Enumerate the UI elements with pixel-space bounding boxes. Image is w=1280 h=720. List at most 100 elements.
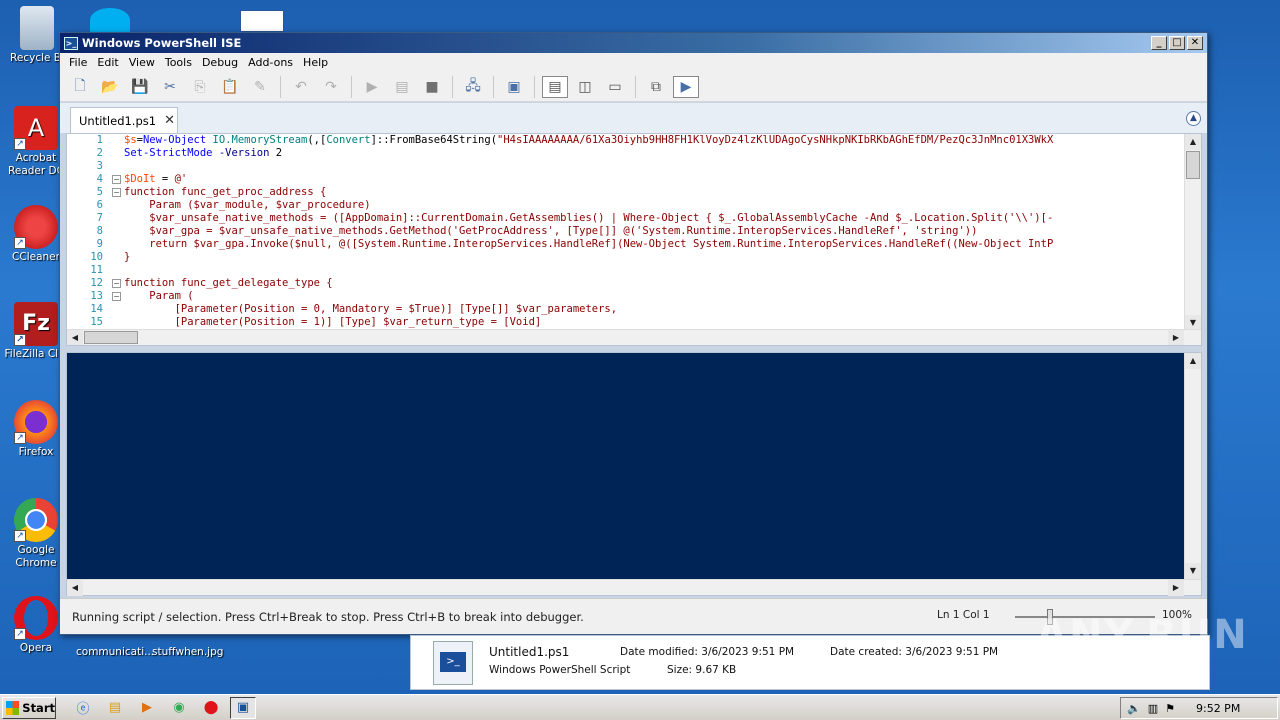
powershell-ise-taskbar-icon[interactable]: ▣ bbox=[230, 696, 256, 719]
scroll-up-icon[interactable]: ▲ bbox=[1185, 353, 1201, 369]
scroll-right-icon[interactable]: ▶ bbox=[1168, 330, 1184, 345]
collapse-script-pane-icon[interactable]: ▲ bbox=[1186, 111, 1201, 126]
chrome-icon: ↗ bbox=[14, 498, 58, 542]
status-bar: Running script / selection. Press Ctrl+B… bbox=[60, 598, 1207, 634]
code-line: function func_get_delegate_type { bbox=[124, 277, 333, 289]
code-line: return $var_gpa.Invoke($null, @([System.… bbox=[124, 238, 1054, 250]
fold-toggle-icon[interactable]: − bbox=[112, 188, 121, 197]
toolbar-separator bbox=[534, 75, 535, 98]
scroll-thumb[interactable] bbox=[84, 331, 138, 344]
editor-vertical-scrollbar[interactable]: ▲ ▼ bbox=[1184, 134, 1201, 331]
clear-console-icon[interactable]: ✎ bbox=[246, 75, 274, 99]
toolbar-separator bbox=[280, 75, 281, 98]
code-line: $var_unsafe_native_methods = ([AppDomain… bbox=[124, 212, 1054, 224]
desktop-label-communication[interactable]: communicati... bbox=[76, 646, 154, 658]
toolbar-separator bbox=[635, 75, 636, 98]
menu-help[interactable]: Help bbox=[298, 56, 333, 69]
copy-icon[interactable]: ⎘ bbox=[186, 75, 214, 99]
status-message: Running script / selection. Press Ctrl+B… bbox=[72, 609, 584, 624]
menu-edit[interactable]: Edit bbox=[92, 56, 123, 69]
code-line: $DoIt = @' bbox=[124, 173, 188, 185]
chrome-taskbar-icon[interactable]: ◉ bbox=[166, 697, 192, 719]
script-editor[interactable]: 1 2 3 4 5 6 7 8 9 10 11 12 13 14 15 − − … bbox=[66, 133, 1202, 346]
stop-icon[interactable]: ■ bbox=[418, 75, 446, 99]
network-icon[interactable]: ▥ bbox=[1148, 702, 1158, 715]
line-number: 8 bbox=[96, 225, 103, 237]
run-script-icon[interactable]: ▶ bbox=[358, 75, 386, 99]
ie-icon[interactable]: ⓔ bbox=[70, 697, 96, 719]
menu-view[interactable]: View bbox=[124, 56, 160, 69]
cut-icon[interactable]: ✂ bbox=[156, 75, 184, 99]
start-label: Start bbox=[22, 700, 55, 715]
new-file-icon[interactable]: 🗋 bbox=[66, 75, 94, 99]
scroll-up-icon[interactable]: ▲ bbox=[1185, 134, 1201, 150]
explorer-icon[interactable]: ▤ bbox=[102, 697, 128, 719]
layout-right-icon[interactable]: ◫ bbox=[571, 75, 599, 99]
code-line: Param ($var_module, $var_procedure) bbox=[124, 199, 371, 211]
recycle-bin-icon bbox=[20, 6, 54, 50]
open-folder-icon[interactable]: 📂 bbox=[96, 75, 124, 99]
word-doc-icon[interactable] bbox=[240, 10, 284, 32]
toolbar-separator bbox=[493, 75, 494, 98]
scroll-down-icon[interactable]: ▼ bbox=[1185, 563, 1201, 579]
run-selection-icon[interactable]: ▤ bbox=[388, 75, 416, 99]
console-vertical-scrollbar[interactable]: ▲ ▼ bbox=[1184, 353, 1201, 579]
close-button[interactable]: ✕ bbox=[1187, 36, 1203, 50]
tab-untitled1[interactable]: Untitled1.ps1 ✕ bbox=[70, 107, 178, 133]
layout-top-icon[interactable]: ▤ bbox=[542, 75, 568, 98]
minimize-button[interactable]: _ bbox=[1151, 36, 1167, 50]
script-tab-strip: Untitled1.ps1 ✕ ▲ bbox=[60, 103, 1207, 133]
menu-addons[interactable]: Add-ons bbox=[243, 56, 298, 69]
menu-bar: File Edit View Tools Debug Add-ons Help bbox=[60, 53, 1207, 72]
menu-file[interactable]: File bbox=[64, 56, 92, 69]
show-commands-icon[interactable]: ⧉ bbox=[642, 75, 670, 99]
fold-toggle-icon[interactable]: − bbox=[112, 279, 121, 288]
title-bar[interactable]: >_ Windows PowerShell ISE _ □ ✕ bbox=[60, 33, 1207, 53]
line-number: 10 bbox=[90, 251, 103, 263]
scroll-right-icon[interactable]: ▶ bbox=[1168, 580, 1184, 596]
scroll-left-icon[interactable]: ◀ bbox=[67, 330, 83, 345]
powershell-ise-window: >_ Windows PowerShell ISE _ □ ✕ File Edi… bbox=[59, 32, 1208, 635]
desktop-label-stuffwhen[interactable]: stuffwhen.jpg bbox=[152, 646, 223, 658]
save-icon[interactable]: 💾 bbox=[126, 75, 154, 99]
line-number: 13 bbox=[90, 290, 103, 302]
line-number: 6 bbox=[96, 199, 103, 211]
fold-toggle-icon[interactable]: − bbox=[112, 292, 121, 301]
toolbar-separator bbox=[351, 75, 352, 98]
media-player-icon[interactable]: ▶ bbox=[134, 697, 160, 719]
powershell-console-icon[interactable]: ▣ bbox=[500, 75, 528, 99]
tab-close-icon[interactable]: ✕ bbox=[164, 113, 175, 128]
redo-icon[interactable]: ↷ bbox=[317, 75, 345, 99]
fold-toggle-icon[interactable]: − bbox=[112, 175, 121, 184]
editor-horizontal-scrollbar[interactable]: ◀ ▶ bbox=[67, 329, 1201, 345]
line-number: 2 bbox=[96, 147, 103, 159]
undo-icon[interactable]: ↶ bbox=[287, 75, 315, 99]
action-center-icon[interactable]: ⚑ bbox=[1165, 702, 1175, 715]
console-horizontal-scrollbar[interactable]: ◀ ▶ bbox=[67, 579, 1201, 596]
paste-icon[interactable]: 📋 bbox=[216, 75, 244, 99]
show-addon-icon[interactable]: ▶ bbox=[673, 75, 699, 98]
scroll-left-icon[interactable]: ◀ bbox=[67, 580, 83, 596]
start-button[interactable]: Start bbox=[2, 696, 56, 719]
clock[interactable]: 9:52 PM bbox=[1196, 702, 1240, 715]
powershell-script-file-icon: >_ bbox=[433, 641, 473, 685]
details-date-created: Date created: 3/6/2023 9:51 PM bbox=[830, 646, 999, 658]
script-code[interactable]: $s=New-Object IO.MemoryStream(,[Convert]… bbox=[124, 134, 1187, 331]
scroll-thumb[interactable] bbox=[1186, 151, 1200, 179]
opera-taskbar-icon[interactable]: ⬤ bbox=[198, 697, 224, 719]
line-number: 9 bbox=[96, 238, 103, 250]
layout-max-icon[interactable]: ▭ bbox=[601, 75, 629, 99]
skype-icon[interactable] bbox=[90, 8, 130, 32]
volume-icon[interactable]: 🔈 bbox=[1127, 702, 1141, 715]
line-number: 11 bbox=[90, 264, 103, 276]
menu-debug[interactable]: Debug bbox=[197, 56, 243, 69]
line-numbers: 1 2 3 4 5 6 7 8 9 10 11 12 13 14 15 bbox=[67, 134, 107, 331]
code-line: Set-StrictMode -Version 2 bbox=[124, 147, 283, 159]
filezilla-icon: Fz ↗ bbox=[14, 302, 58, 346]
console-pane[interactable]: ▲ ▼ ◀ ▶ bbox=[66, 352, 1202, 596]
menu-tools[interactable]: Tools bbox=[160, 56, 197, 69]
maximize-button[interactable]: □ bbox=[1169, 36, 1185, 50]
remote-powershell-icon[interactable]: 🖧 bbox=[459, 75, 487, 99]
line-number: 12 bbox=[90, 277, 103, 289]
